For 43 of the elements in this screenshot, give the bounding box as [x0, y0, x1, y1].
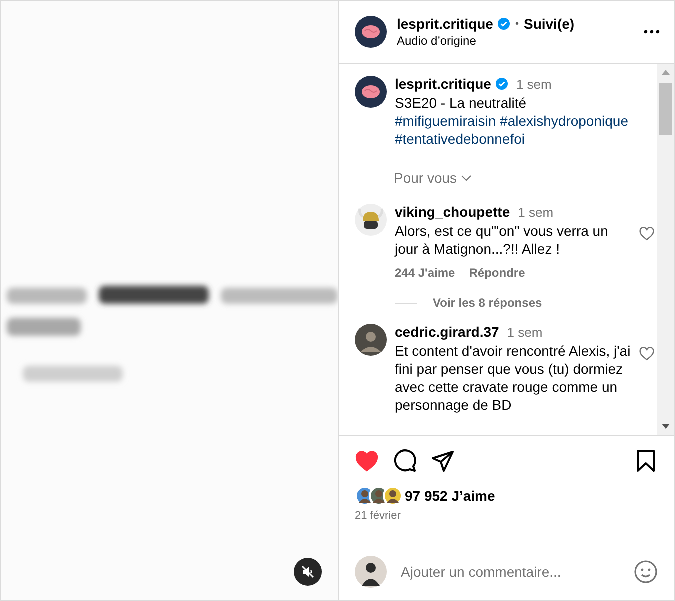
time: 1 sem: [516, 76, 552, 92]
scroll-down-icon[interactable]: [662, 424, 670, 429]
avatar-brain-icon[interactable]: [355, 76, 387, 108]
likes-count[interactable]: 97 952 J’aime: [405, 488, 496, 504]
post-date: 21 février: [355, 510, 402, 522]
heart-icon[interactable]: [639, 346, 655, 361]
avatar-helmet-icon[interactable]: [355, 204, 387, 236]
heart-icon[interactable]: [639, 226, 655, 241]
scrollbar-thumb[interactable]: [659, 83, 672, 135]
comment-input-field[interactable]: Ajouter un commentaire...: [399, 563, 634, 581]
mute-button[interactable]: [294, 558, 322, 586]
sort-dropdown[interactable]: Pour vous: [394, 170, 472, 186]
comment-text: Alors, est ce qu'"on" vous verra un jour à Matignon...?!! Allez !: [395, 222, 610, 258]
view-replies-button[interactable]: Voir les 8 réponses: [433, 296, 542, 310]
reply-button[interactable]: Répondre: [469, 266, 526, 280]
scrollbar[interactable]: [657, 64, 674, 435]
username[interactable]: lesprit.critique: [397, 16, 494, 32]
hashtag-link[interactable]: #tentativedebonnefoi: [395, 131, 525, 147]
bookmark-icon[interactable]: [634, 449, 658, 473]
heart-icon[interactable]: [355, 449, 379, 473]
username[interactable]: lesprit.critique: [395, 76, 492, 92]
like-count[interactable]: 244 J'aime: [395, 266, 456, 280]
audio-label[interactable]: Audio d’origine: [397, 34, 644, 48]
follow-status-button[interactable]: Suivi(e): [524, 16, 575, 32]
hashtag-link[interactable]: #alexishydroponique: [500, 113, 628, 129]
avatar-icon: [355, 556, 387, 588]
separator: •: [515, 18, 519, 30]
username[interactable]: viking_choupette: [395, 204, 510, 220]
time: 1 sem: [518, 204, 554, 220]
time: 1 sem: [507, 324, 543, 340]
chevron-down-icon: [461, 174, 472, 182]
comment-text: Et content d'avoir rencontré Alexis, j'ai fini par penser que vous (tu) dormiez avec cette cravate rouge comme un personnage de BD: [395, 342, 631, 414]
hashtag-link[interactable]: #mifiguemiraisin: [395, 113, 496, 129]
muted-speaker-icon: [301, 565, 315, 579]
caption-text: S3E20 - La neutralité: [395, 94, 528, 112]
username[interactable]: cedric.girard.37: [395, 324, 500, 340]
comment-bubble-icon[interactable]: [393, 449, 417, 473]
more-icon[interactable]: [644, 30, 660, 34]
avatar-icon[interactable]: [355, 324, 387, 356]
liker-avatar-icon[interactable]: [383, 486, 403, 506]
emoji-icon[interactable]: [634, 560, 658, 584]
paper-plane-icon[interactable]: [431, 449, 455, 473]
avatar-brain-icon[interactable]: [355, 16, 387, 48]
